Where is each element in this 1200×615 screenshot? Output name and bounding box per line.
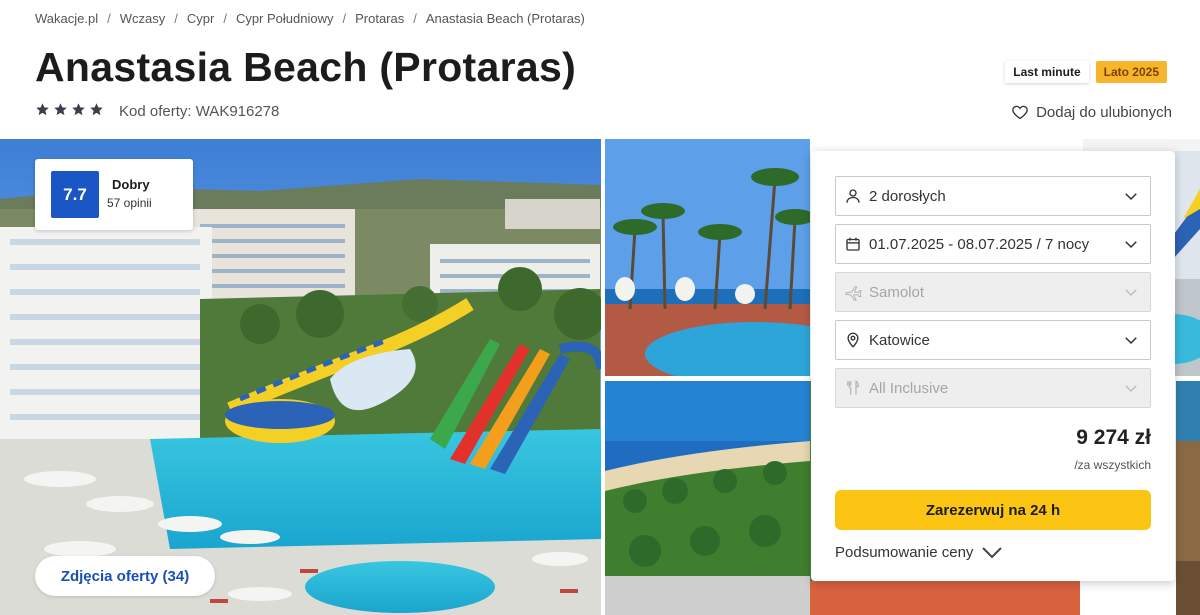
offer-badges: Last minute Lato 2025 [1005,61,1167,83]
offer-code: Kod oferty: WAK916278 [119,103,280,120]
rating-card[interactable]: 7.7 Dobry 57 opinii [35,159,193,230]
reviews-count[interactable]: 57 opinii [107,196,152,210]
gallery-photo-pool[interactable] [605,139,810,376]
plane-icon [844,286,862,301]
breadcrumb-item[interactable]: Cypr [187,11,214,26]
dates-value: 01.07.2025 - 08.07.2025 / 7 nocy [869,235,1090,253]
guests-value: 2 dorosłych [869,187,946,205]
chevron-down-icon [1125,289,1137,297]
price-summary-label: Podsumowanie ceny [835,544,974,561]
hotel-stars [35,102,104,117]
add-to-favorites-label: Dodaj do ulubionych [1036,103,1172,121]
board-value: All Inclusive [869,379,949,397]
chevron-down-icon [982,546,1003,558]
star-icon [90,103,103,116]
board-select: All Inclusive [835,368,1151,408]
last-minute-badge: Last minute [1005,61,1089,83]
rating-label: Dobry [112,177,150,192]
breadcrumb-item[interactable]: Cypr Południowy [236,11,334,26]
departure-select[interactable]: Katowice [835,320,1151,360]
breadcrumb-separator: / [413,10,417,26]
transport-select: Samolot [835,272,1151,312]
chevron-down-icon [1125,385,1137,393]
breadcrumb-separator: / [223,10,227,26]
booking-panel: 2 dorosłych 01.07.2025 - 08.07.2025 / 7 … [811,151,1175,581]
transport-value: Samolot [869,283,925,301]
gallery-photo-coast[interactable] [605,381,810,615]
total-price: 9 274 zł [1076,426,1151,449]
breadcrumb-current: Anastasia Beach (Protaras) [425,10,585,26]
add-to-favorites-button[interactable]: Dodaj do ulubionych [1011,103,1172,121]
dates-select[interactable]: 01.07.2025 - 08.07.2025 / 7 nocy [835,224,1151,264]
star-icon [72,103,85,116]
price-note: /za wszystkich [1074,458,1151,472]
location-pin-icon [847,332,859,348]
heart-icon [1012,105,1028,120]
user-icon [846,189,860,203]
offer-photos-button[interactable]: Zdjęcia oferty (34) [35,556,215,596]
breadcrumb-separator: / [174,10,178,26]
gallery-photo-room[interactable] [1176,381,1200,615]
departure-value: Katowice [869,331,930,349]
calendar-icon [846,237,860,251]
breadcrumb-item[interactable]: Wakacje.pl [35,11,98,26]
price-summary-toggle[interactable]: Podsumowanie ceny [835,544,1003,561]
breadcrumb-separator: / [107,10,111,26]
book-button[interactable]: Zarezerwuj na 24 h [835,490,1151,530]
breadcrumb-separator: / [342,10,347,26]
guests-select[interactable]: 2 dorosłych [835,176,1151,216]
page-title: Anastasia Beach (Protaras) [35,44,577,90]
chevron-down-icon [1125,241,1137,249]
rating-score: 7.7 [51,171,99,218]
star-icon [36,103,49,116]
breadcrumb: Wakacje.pl / Wczasy / Cypr / Cypr Połudn… [35,9,585,27]
chevron-down-icon [1125,193,1137,201]
chevron-down-icon [1125,337,1137,345]
breadcrumb-item[interactable]: Wczasy [120,11,166,26]
breadcrumb-item[interactable]: Protaras [355,11,404,26]
cutlery-icon [847,380,859,395]
main-photo[interactable]: 7.7 Dobry 57 opinii Zdjęcia oferty (34) [0,139,601,615]
season-badge: Lato 2025 [1095,61,1167,83]
star-icon [54,103,67,116]
